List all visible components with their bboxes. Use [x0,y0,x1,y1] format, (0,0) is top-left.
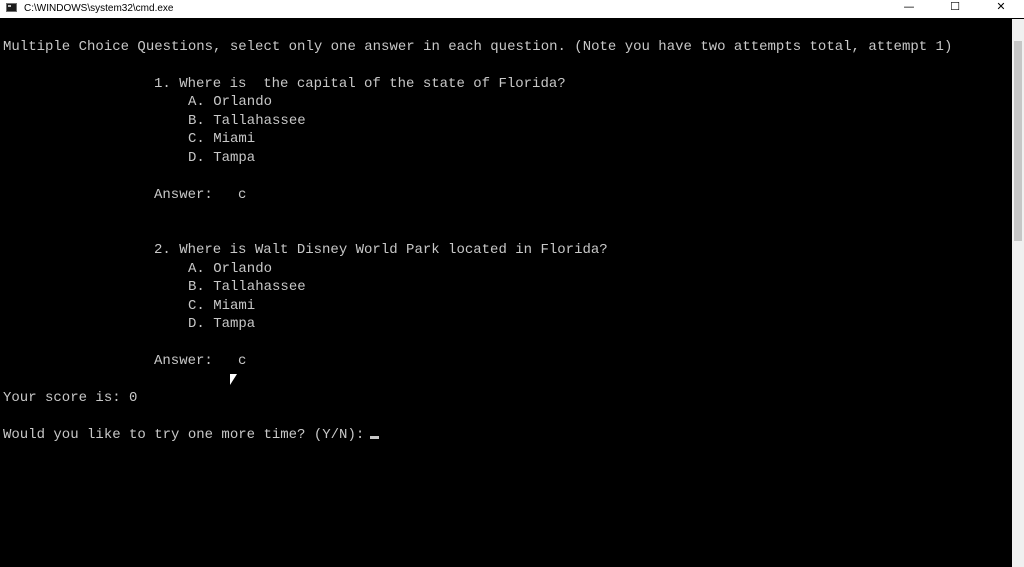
question-1-option-c: C. Miami [188,131,256,147]
question-2-option-b: B. Tallahassee [188,279,306,295]
question-1-option-b: B. Tallahassee [188,113,306,129]
question-1-prompt: 1. Where is the capital of the state of … [154,76,566,92]
minimize-button[interactable]: — [886,0,932,18]
question-1-option-d: D. Tampa [188,150,256,166]
question-2-prompt: 2. Where is Walt Disney World Park locat… [154,242,608,258]
title-bar[interactable]: C:\WINDOWS\system32\cmd.exe — ☐ ✕ [0,0,1024,18]
score-line: Your score is: 0 [3,390,138,406]
question-1-answer: Answer: c [154,187,247,203]
cmd-window: C:\WINDOWS\system32\cmd.exe — ☐ ✕ Multip… [0,0,1024,567]
window-title: C:\WINDOWS\system32\cmd.exe [24,3,174,14]
instructions-line: Multiple Choice Questions, select only o… [3,39,953,55]
question-1-option-a: A. Orlando [188,94,273,110]
vertical-scrollbar[interactable] [1012,19,1024,567]
question-2-option-c: C. Miami [188,298,256,314]
maximize-button[interactable]: ☐ [932,0,978,18]
retry-prompt-line[interactable]: Would you like to try one more time? (Y/… [3,426,380,444]
question-2-option-a: A. Orlando [188,261,273,277]
question-2-option-d: D. Tampa [188,316,256,332]
retry-prompt-text: Would you like to try one more time? (Y/… [3,427,365,443]
console-icon [6,3,17,12]
text-cursor [370,436,380,439]
question-2-answer: Answer: c [154,353,247,369]
console-output[interactable]: Multiple Choice Questions, select only o… [0,19,1012,567]
scrollbar-thumb[interactable] [1014,41,1022,241]
close-button[interactable]: ✕ [978,0,1024,18]
mouse-pointer-icon [230,374,237,385]
